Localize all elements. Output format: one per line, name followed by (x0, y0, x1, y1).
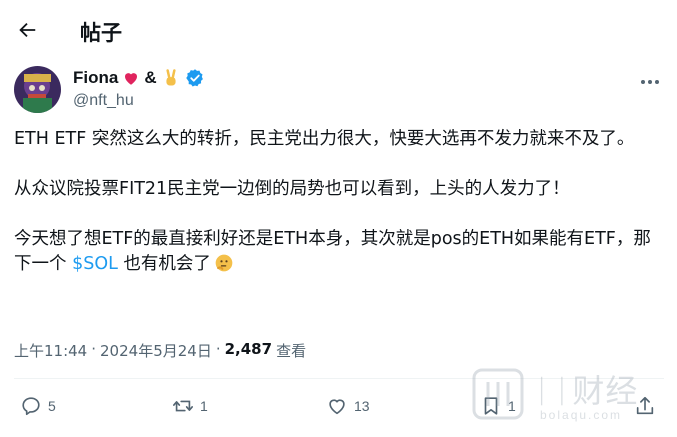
watermark-logo-icon (472, 368, 524, 420)
post-paragraph: 从众议院投票FIT21民主党一边倒的局势也可以看到，上头的人发力了！ (14, 179, 570, 199)
top-bar: 帖子 (0, 0, 677, 60)
repost-icon (173, 400, 193, 412)
watermark: ᛁᛁ财经 bolaqu.com (470, 362, 670, 432)
views-count: 2,487 (224, 340, 273, 358)
back-button[interactable] (14, 17, 40, 43)
post-meta: 上午11:44 · 2024年5月24日 · 2,487 查看 (14, 340, 306, 361)
watermark-subtext: bolaqu.com (540, 408, 623, 422)
repost-button[interactable]: 1 (172, 395, 208, 417)
post-text: ETH ETF 突然这么大的转折，民主党出力很大，快要大选再不发力就来不及了。 … (14, 127, 664, 277)
watermark-text: ᛁᛁ财经 (532, 372, 639, 410)
author-handle[interactable]: @nft_hu (73, 92, 134, 110)
author-name-suffix: & (144, 68, 157, 87)
more-icon (641, 80, 659, 84)
post-author: Fiona & @nft_hu (14, 66, 664, 114)
like-count: 13 (354, 398, 370, 414)
post-date[interactable]: 2024年5月24日 (100, 340, 212, 361)
page-title: 帖子 (80, 21, 122, 45)
post-paragraph: ETH ETF 突然这么大的转折，民主党出力很大，快要大选再不发力就来不及了。 (14, 129, 635, 149)
repost-count: 1 (200, 398, 208, 414)
post-text-segment: 也有机会了 (117, 254, 211, 274)
avatar[interactable] (14, 66, 61, 113)
arrow-left-icon (19, 22, 36, 38)
post-time[interactable]: 上午11:44 (14, 340, 87, 361)
meta-separator: · (91, 340, 97, 358)
meta-separator: · (215, 340, 221, 358)
heart-icon (329, 399, 345, 415)
more-options-button[interactable] (640, 72, 660, 84)
reply-count: 5 (48, 398, 56, 414)
reply-button[interactable]: 5 (20, 395, 56, 417)
reply-icon (22, 397, 40, 416)
victory-hand-icon (166, 69, 176, 86)
cashtag-link[interactable]: $SOL (72, 254, 118, 274)
author-name-line[interactable]: Fiona & (73, 68, 205, 88)
views-label: 查看 (276, 342, 307, 360)
author-name[interactable]: Fiona (73, 68, 118, 88)
red-heart-icon (125, 73, 138, 85)
post-paragraph: 今天想了想ETF的最直接利好还是ETH本身，其次就是pos的ETH如果能有ETF… (14, 227, 664, 277)
verified-badge-icon[interactable] (185, 68, 205, 88)
like-button[interactable]: 13 (326, 395, 370, 417)
thinking-face-icon (215, 254, 233, 272)
